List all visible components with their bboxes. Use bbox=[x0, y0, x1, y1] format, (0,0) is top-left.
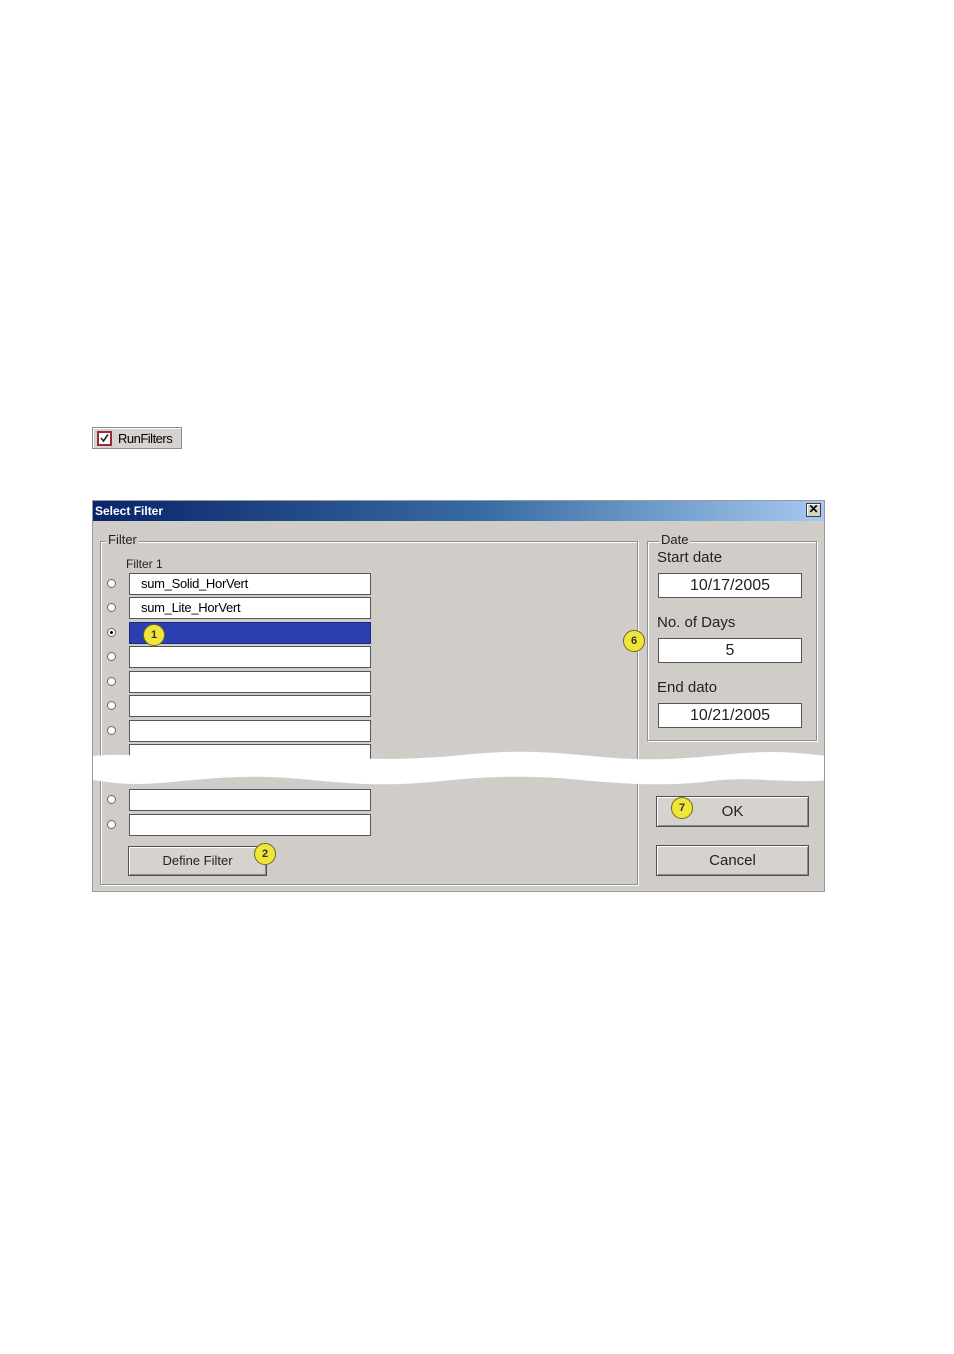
checkbox-icon bbox=[97, 431, 112, 446]
filter-radio-4[interactable] bbox=[107, 652, 116, 661]
callout-1: 1 bbox=[143, 624, 165, 646]
filter-column-label: Filter 1 bbox=[126, 557, 163, 571]
run-filters-button[interactable]: RunFilters bbox=[92, 427, 182, 449]
filter-field-2[interactable]: sum_Lite_HorVert bbox=[129, 597, 371, 619]
filter-radio-2[interactable] bbox=[107, 603, 116, 612]
filter-radio-1[interactable] bbox=[107, 579, 116, 588]
filter-field-3[interactable] bbox=[129, 622, 371, 644]
close-icon: ✕ bbox=[808, 502, 819, 516]
end-date-input[interactable]: 10/21/2005 bbox=[658, 703, 802, 728]
start-date-label: Start date bbox=[657, 549, 723, 566]
filter-radio-9[interactable] bbox=[107, 795, 116, 804]
define-filter-button[interactable]: Define Filter bbox=[128, 846, 267, 876]
select-filter-dialog: Select Filter ✕ Filter Filter 1 sum_Soli… bbox=[92, 500, 825, 892]
callout-6: 6 bbox=[623, 630, 645, 652]
filter-radio-7[interactable] bbox=[107, 726, 116, 735]
filter-field-4[interactable] bbox=[129, 646, 371, 668]
callout-2: 2 bbox=[254, 843, 276, 865]
close-button[interactable]: ✕ bbox=[806, 503, 821, 517]
filter-radio-5[interactable] bbox=[107, 677, 116, 686]
start-date-input[interactable]: 10/17/2005 bbox=[658, 573, 802, 598]
days-label: No. of Days bbox=[657, 614, 736, 631]
filter-field-1[interactable]: sum_Solid_HorVert bbox=[129, 573, 371, 595]
filter-field-9[interactable] bbox=[129, 789, 371, 811]
dialog-titlebar[interactable]: Select Filter ✕ bbox=[93, 501, 824, 521]
callout-7: 7 bbox=[671, 797, 693, 819]
filter-radio-6[interactable] bbox=[107, 701, 116, 710]
run-filters-label: RunFilters bbox=[118, 431, 173, 446]
filter-field-5[interactable] bbox=[129, 671, 371, 693]
filter-group-legend: Filter bbox=[106, 532, 139, 547]
date-group-legend: Date bbox=[659, 532, 691, 547]
filter-field-10[interactable] bbox=[129, 814, 371, 836]
end-date-label: End dato bbox=[657, 679, 718, 696]
cancel-button[interactable]: Cancel bbox=[656, 845, 809, 876]
filter-radio-10[interactable] bbox=[107, 820, 116, 829]
filter-field-7[interactable] bbox=[129, 720, 371, 742]
filter-radio-3[interactable] bbox=[107, 628, 116, 637]
filter-field-6[interactable] bbox=[129, 695, 371, 717]
days-input[interactable]: 5 bbox=[658, 638, 802, 663]
dialog-title: Select Filter bbox=[95, 504, 164, 518]
torn-break bbox=[93, 751, 824, 785]
